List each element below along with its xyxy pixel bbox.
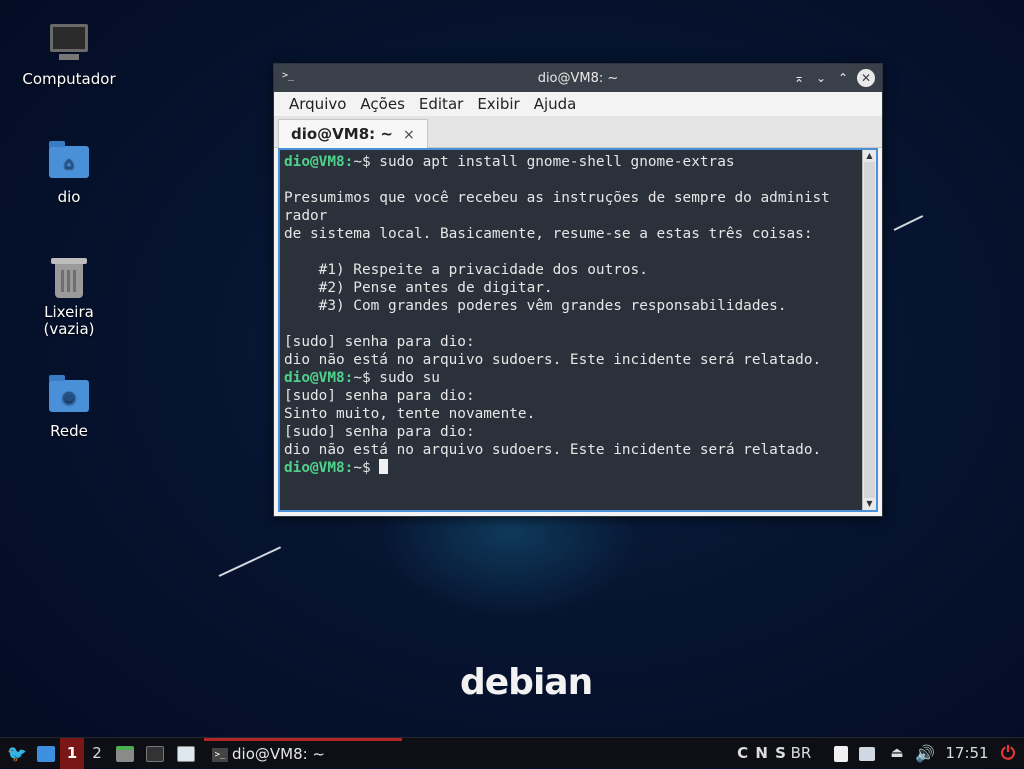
terminal-window: >_ dio@VM8: ~ ⌅ ⌄ ⌃ ✕ Arquivo Ações Edit… (273, 63, 883, 517)
clipboard-icon[interactable] (830, 738, 852, 769)
close-button[interactable]: ✕ (857, 69, 875, 87)
notifications-icon[interactable] (856, 738, 878, 769)
keyboard-layout[interactable]: BR (786, 738, 816, 769)
menubar: Arquivo Ações Editar Exibir Ajuda (274, 92, 882, 116)
menu-arquivo[interactable]: Arquivo (282, 95, 353, 113)
terminal-cursor (379, 459, 389, 474)
tab-terminal[interactable]: dio@VM8: ~ × (278, 119, 428, 149)
terminal-text: Presumimos que você recebeu as instruçõe… (284, 190, 830, 206)
network-folder-icon: ◉ (47, 374, 91, 418)
terminal-view[interactable]: dio@VM8:~$ sudo apt install gnome-shell … (278, 148, 878, 512)
terminal-line: de sistema local. Basicamente, resume-se… (284, 225, 862, 243)
tab-close-icon[interactable]: × (403, 127, 415, 143)
volume-icon[interactable]: 🔊 (914, 738, 936, 769)
terminal-output[interactable]: dio@VM8:~$ sudo apt install gnome-shell … (280, 150, 862, 510)
workspace-2[interactable]: 2 (86, 738, 108, 769)
menu-bird-icon[interactable]: 🐦 (4, 738, 30, 769)
terminal-line: Presumimos que você recebeu as instruçõe… (284, 189, 862, 207)
minimize-button[interactable]: ⌄ (812, 69, 830, 87)
power-icon[interactable]: ⏻ (996, 738, 1020, 769)
terminal-line: dio não está no arquivo sudoers. Este in… (284, 351, 862, 369)
terminal-text: [sudo] senha para dio: (284, 424, 475, 440)
terminal-line: dio não está no arquivo sudoers. Este in… (284, 441, 862, 459)
wallpaper-streak (218, 546, 282, 577)
trash-icon (47, 256, 91, 300)
scroll-up-arrow-icon[interactable]: ▲ (863, 150, 876, 162)
terminal-line: [sudo] senha para dio: (284, 423, 862, 441)
terminal-prompt: dio@VM8: (284, 370, 354, 386)
terminal-line: [sudo] senha para dio: (284, 387, 862, 405)
terminal-prompt: dio@VM8: (284, 154, 354, 170)
clock[interactable]: 17:51 (940, 738, 994, 769)
terminal-line: dio@VM8:~$ sudo apt install gnome-shell … (284, 153, 862, 171)
task-label: dio@VM8: ~ (232, 745, 326, 763)
terminal-text: [sudo] senha para dio: (284, 334, 475, 350)
taskbar: 🐦 1 2 >_ dio@VM8: ~ C N S BR ⏏ 🔊 17:51 ⏻ (0, 737, 1024, 769)
desktop-icon-trash[interactable]: Lixeira (vazia) (14, 256, 124, 338)
terminal-scrollbar[interactable]: ▲ ▼ (862, 150, 876, 510)
terminal-line: #1) Respeite a privacidade dos outros. (284, 261, 862, 279)
terminal-text: dio não está no arquivo sudoers. Este in… (284, 352, 822, 368)
terminal-line: [sudo] senha para dio: (284, 333, 862, 351)
text-editor-icon[interactable] (174, 738, 198, 769)
menu-exibir[interactable]: Exibir (470, 95, 526, 113)
terminal-line: rador (284, 207, 862, 225)
computer-icon (47, 22, 91, 66)
terminal-text: ~$ sudo su (353, 370, 440, 386)
home-folder-icon: ⌂ (47, 140, 91, 184)
desktop-icon-network[interactable]: ◉ Rede (14, 374, 124, 440)
taskbar-task-terminal[interactable]: >_ dio@VM8: ~ (204, 738, 402, 769)
terminal-text: #2) Pense antes de digitar. (284, 280, 553, 296)
terminal-text: de sistema local. Basicamente, resume-se… (284, 226, 813, 242)
scroll-down-arrow-icon[interactable]: ▼ (863, 498, 876, 510)
scrollbar-thumb[interactable] (864, 162, 875, 498)
desktop-icon-home[interactable]: ⌂ dio (14, 140, 124, 206)
terminal-text: #3) Com grandes poderes vêm grandes resp… (284, 298, 787, 314)
workspace-1[interactable]: 1 (60, 738, 84, 769)
desktop-icon-label: Computador (22, 70, 116, 88)
tab-label: dio@VM8: ~ (291, 125, 393, 143)
desktop-icon-computer[interactable]: Computador (14, 22, 124, 88)
terminal-line: dio@VM8:~$ sudo su (284, 369, 862, 387)
terminal-task-icon: >_ (212, 747, 228, 762)
terminal-text: [sudo] senha para dio: (284, 388, 475, 404)
desktop-icon-label: Rede (50, 422, 88, 440)
tab-bar: dio@VM8: ~ × (274, 116, 882, 149)
shade-button[interactable]: ⌅ (790, 69, 808, 87)
desktop-icon-label: dio (57, 188, 81, 206)
terminal-text: rador (284, 208, 328, 224)
debian-logo: debian (460, 662, 593, 703)
terminal-line: Sinto muito, tente novamente. (284, 405, 862, 423)
menu-editar[interactable]: Editar (412, 95, 470, 113)
show-desktop-icon[interactable] (34, 738, 58, 769)
menu-acoes[interactable]: Ações (353, 95, 411, 113)
terminal-text: ~$ (353, 460, 380, 476)
terminal-text: dio não está no arquivo sudoers. Este in… (284, 442, 822, 458)
lock-indicators: C N S (737, 744, 787, 762)
terminal-line: dio@VM8:~$ (284, 459, 862, 477)
terminal-text: Sinto muito, tente novamente. (284, 406, 536, 422)
file-manager-icon[interactable] (114, 738, 136, 769)
terminal-line: #2) Pense antes de digitar. (284, 279, 862, 297)
window-titlebar[interactable]: >_ dio@VM8: ~ ⌅ ⌄ ⌃ ✕ (274, 64, 882, 92)
menu-ajuda[interactable]: Ajuda (527, 95, 584, 113)
maximize-button[interactable]: ⌃ (834, 69, 852, 87)
wallpaper-streak (893, 215, 924, 231)
desktop-icon-label: Lixeira (vazia) (43, 303, 95, 338)
eject-icon[interactable]: ⏏ (886, 738, 908, 769)
terminal-launcher-icon[interactable] (144, 738, 166, 769)
terminal-line: #3) Com grandes poderes vêm grandes resp… (284, 297, 862, 315)
terminal-text: ~$ sudo apt install gnome-shell gnome-ex… (353, 154, 735, 170)
terminal-prompt: dio@VM8: (284, 460, 354, 476)
terminal-text: #1) Respeite a privacidade dos outros. (284, 262, 648, 278)
